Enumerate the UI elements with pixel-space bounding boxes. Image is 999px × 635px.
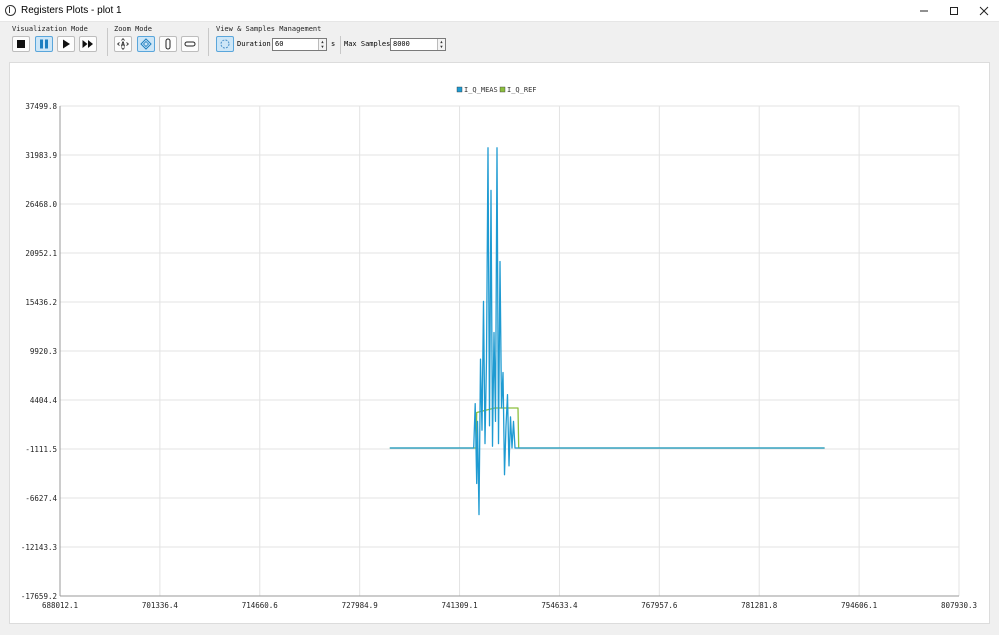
x-tick-label: 781281.8	[741, 601, 778, 610]
duration-value: 60	[275, 40, 284, 48]
duration-label: Duration	[237, 40, 271, 48]
zoom-xy-icon	[140, 38, 152, 50]
close-icon	[979, 6, 989, 15]
samples-management-label: View & Samples Management	[216, 25, 322, 33]
y-tick-label: -1111.5	[25, 445, 57, 454]
minimize-button[interactable]	[909, 0, 939, 21]
max-samples-spin-arrows-icon[interactable]: ▲ ▼	[437, 39, 445, 50]
y-tick-label: 20952.1	[25, 249, 57, 258]
x-tick-label: 754633.4	[541, 601, 578, 610]
zoom-vertical-button[interactable]	[159, 36, 177, 52]
zoom-mode-label: Zoom Mode	[114, 25, 152, 33]
zoom-horizontal-button[interactable]	[181, 36, 199, 52]
pause-icon	[40, 39, 48, 49]
max-samples-value: 8000	[393, 40, 410, 48]
window-title: Registers Plots - plot 1	[21, 5, 122, 16]
refresh-view-icon	[220, 39, 230, 49]
play-icon	[63, 39, 70, 49]
maximize-button[interactable]	[939, 0, 969, 21]
x-tick-label: 794606.1	[841, 601, 877, 610]
x-tick-label: 688012.1	[42, 601, 78, 610]
samples-management-group: View & Samples Management Duration 60 ▲ ▼…	[216, 25, 456, 55]
duration-spin-arrows-icon[interactable]: ▲ ▼	[318, 39, 326, 50]
x-tick-label: 767957.6	[641, 601, 678, 610]
x-tick-label: 701336.4	[142, 601, 179, 610]
y-tick-label: -12143.3	[21, 543, 57, 552]
fast-forward-icon	[82, 40, 93, 48]
max-samples-label: Max Samples	[344, 40, 391, 48]
app-icon	[5, 5, 16, 16]
title-bar: Registers Plots - plot 1	[0, 0, 999, 22]
minimize-icon	[920, 10, 928, 11]
legend-swatch	[499, 86, 506, 93]
fast-forward-button[interactable]	[79, 36, 97, 52]
plot-panel[interactable]: 688012.1 701336.4 714660.6 727984.9 741309.1…	[9, 62, 990, 624]
visualization-mode-group: Visualization Mode	[12, 25, 104, 55]
refresh-view-button[interactable]	[216, 36, 234, 52]
x-tick-label: 741309.1	[441, 601, 477, 610]
stop-icon	[17, 40, 25, 48]
max-samples-spinbox[interactable]: 8000 ▲ ▼	[390, 38, 446, 51]
y-tick-label: 15436.2	[25, 298, 57, 307]
zoom-auto-button[interactable]: A	[114, 36, 132, 52]
y-tick-label: 9920.3	[30, 347, 57, 356]
duration-spinbox[interactable]: 60 ▲ ▼	[272, 38, 327, 51]
x-tick-label: 807930.3	[941, 601, 977, 610]
y-tick-label: 37499.8	[25, 102, 57, 111]
toolbar: Visualization Mode Zoom Mode A View & Sa…	[0, 22, 999, 58]
legend-label: I_Q_REF	[507, 86, 537, 94]
play-button[interactable]	[57, 36, 75, 52]
visualization-mode-label: Visualization Mode	[12, 25, 88, 33]
maximize-icon	[950, 6, 958, 15]
y-tick-label: 31983.9	[25, 151, 57, 160]
zoom-vertical-icon	[165, 38, 171, 50]
stop-button[interactable]	[12, 36, 30, 52]
zoom-auto-icon: A	[117, 38, 129, 50]
x-tick-label: 727984.9	[342, 601, 378, 610]
pause-button[interactable]	[35, 36, 53, 52]
zoom-horizontal-icon	[184, 41, 196, 47]
duration-unit: s	[331, 40, 336, 48]
zoom-mode-group: Zoom Mode A	[114, 25, 204, 55]
y-tick-label: -6627.4	[25, 494, 57, 503]
legend-label: I_Q_MEAS	[464, 86, 498, 94]
close-button[interactable]	[969, 0, 999, 21]
y-tick-label: 26468.0	[25, 200, 57, 209]
x-tick-label: 714660.6	[242, 601, 279, 610]
zoom-xy-button[interactable]	[137, 36, 155, 52]
line-chart[interactable]: 688012.1 701336.4 714660.6 727984.9 741309.1…	[10, 63, 989, 623]
y-tick-label: -17659.2	[21, 592, 57, 601]
svg-text:A: A	[121, 40, 126, 48]
y-tick-label: 4404.4	[30, 396, 58, 405]
legend-swatch	[456, 86, 463, 93]
